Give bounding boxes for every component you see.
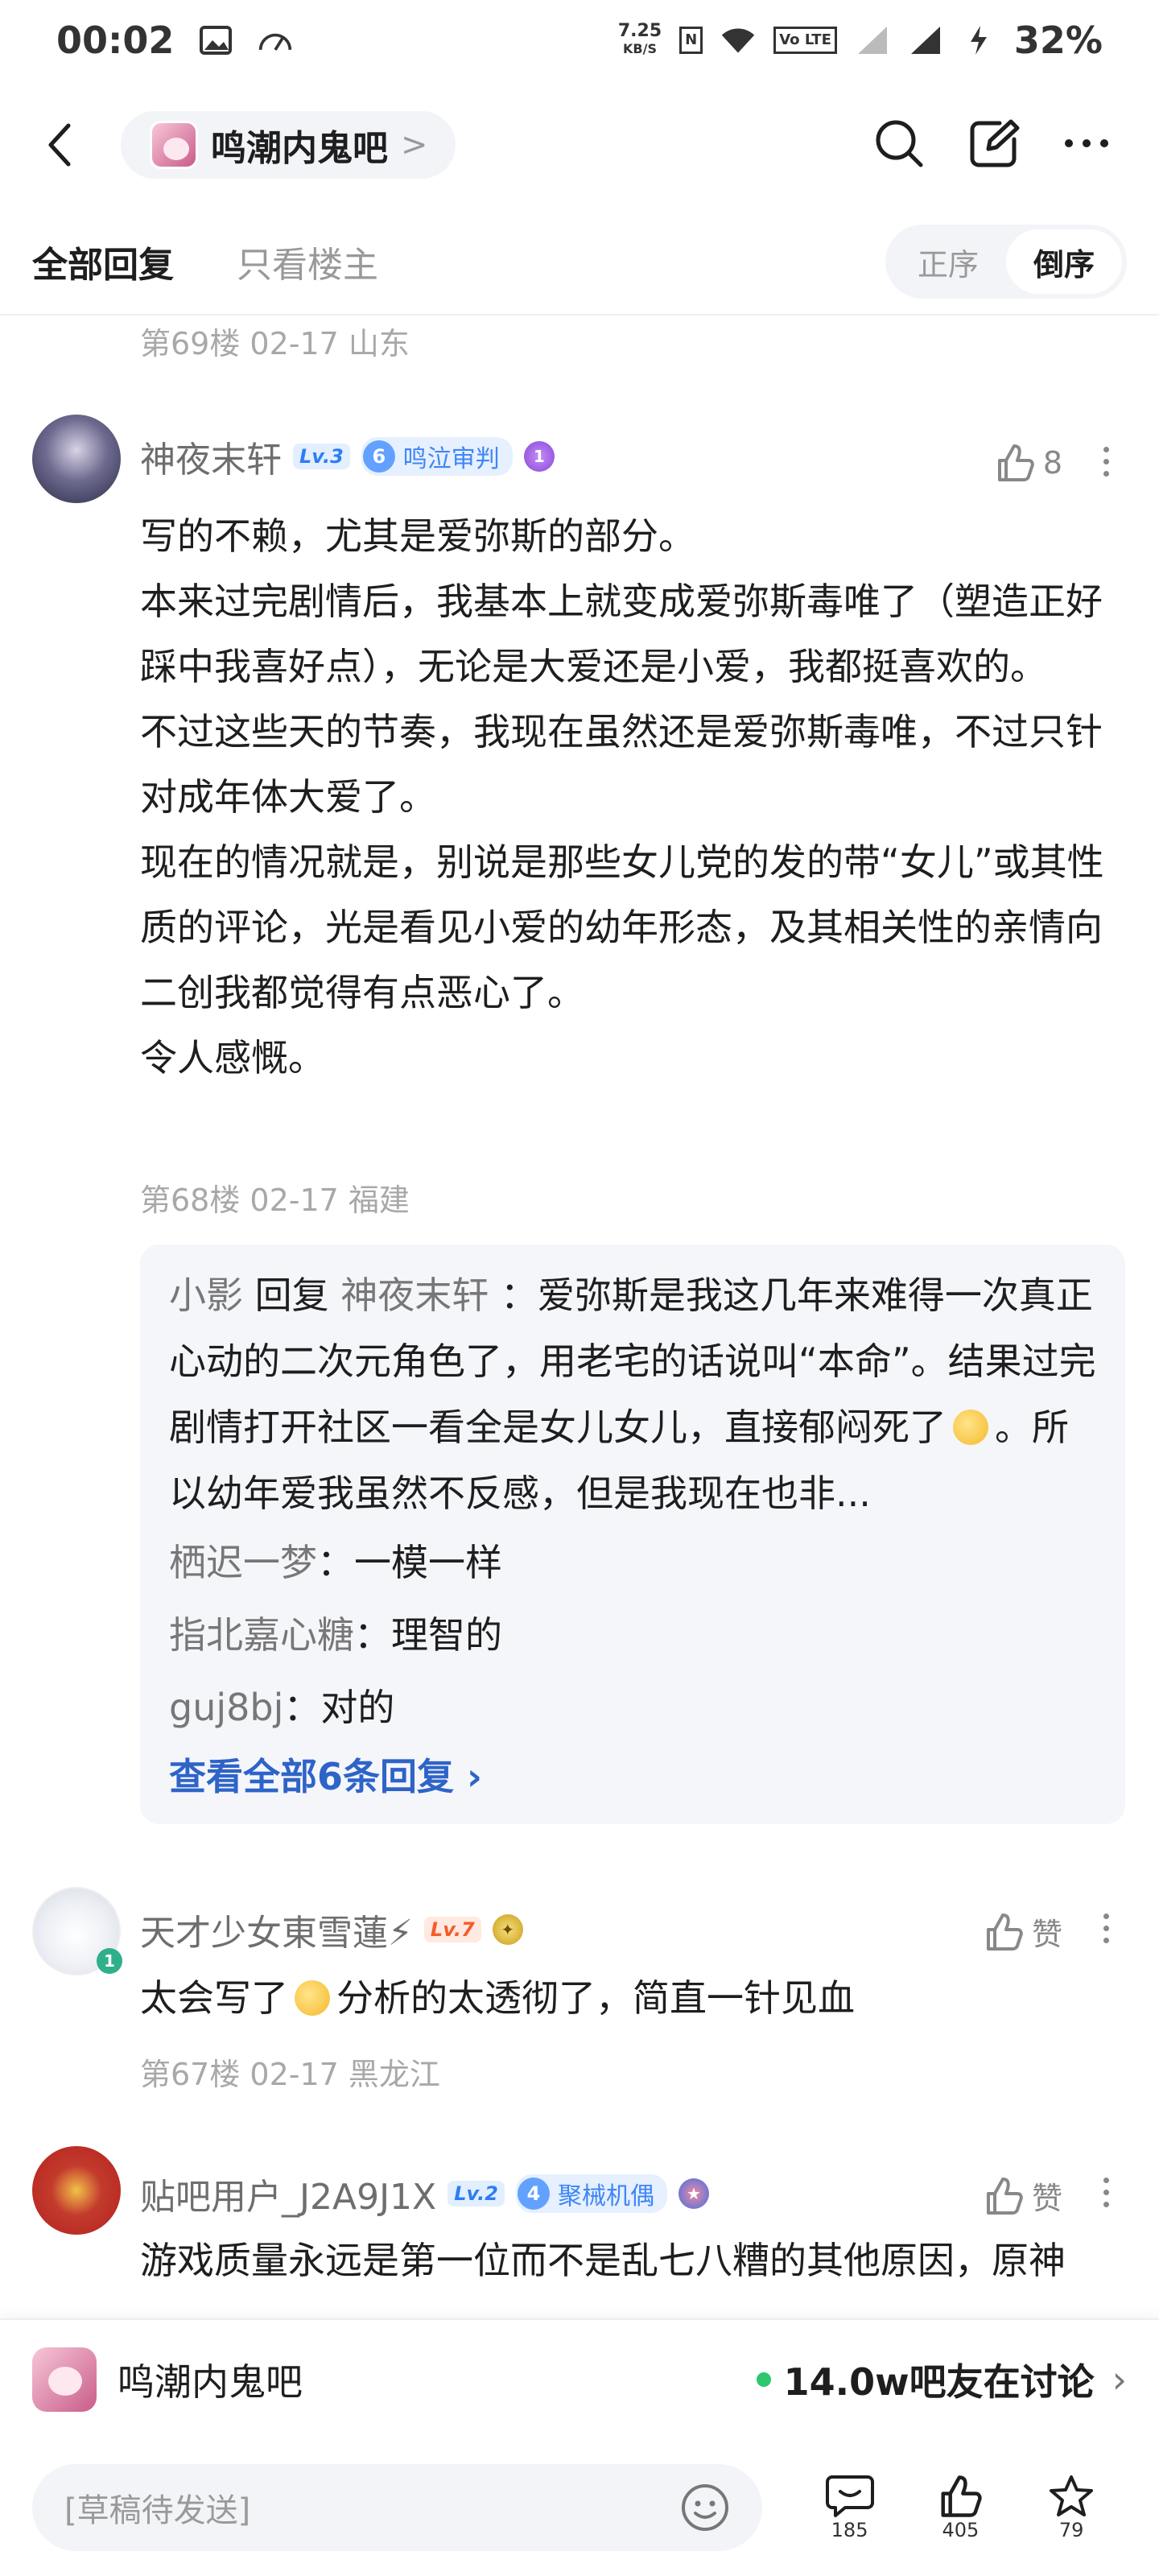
comment-button[interactable]: 185 bbox=[794, 2474, 905, 2541]
emoji-icon bbox=[295, 1980, 330, 2016]
edit-icon[interactable] bbox=[967, 117, 1021, 173]
post-body: 游戏质量永远是第一位而不是乱七八糟的其他原因，原神 bbox=[140, 2239, 1066, 2282]
battery-level: 32% bbox=[1013, 19, 1103, 62]
comment-icon bbox=[825, 2475, 874, 2517]
post-body: 太会写了 分析的太透彻了，简直一针见血 bbox=[140, 1976, 855, 2020]
avatar[interactable] bbox=[32, 415, 121, 503]
thumbs-up-icon bbox=[986, 1913, 1023, 1951]
medal-icon: 1 bbox=[523, 441, 555, 472]
back-arrow-icon[interactable] bbox=[32, 117, 89, 173]
like-button[interactable]: 赞 bbox=[984, 2174, 1062, 2218]
star-icon bbox=[1050, 2475, 1094, 2516]
net-speed: 7.25 KB/S bbox=[617, 21, 662, 57]
thumbs-up-icon bbox=[986, 2177, 1023, 2215]
post-more-icon[interactable] bbox=[1098, 447, 1114, 477]
wifi-icon bbox=[720, 24, 756, 56]
like-count: 405 bbox=[942, 2519, 980, 2541]
status-bar: 00:02 7.25 KB/S N Vo LTE 32% bbox=[0, 0, 1159, 80]
favorite-button[interactable]: 79 bbox=[1016, 2474, 1127, 2541]
order-asc-button[interactable]: 正序 bbox=[890, 229, 1006, 294]
charging-icon bbox=[961, 24, 996, 56]
level-badge: Lv.7 bbox=[423, 1917, 481, 1942]
title-badge: 4 聚械机偶 bbox=[515, 2174, 667, 2213]
emoji-icon bbox=[953, 1410, 988, 1445]
username[interactable]: 天才少女東雪蓮⚡ bbox=[140, 1904, 413, 1955]
forum-name: 鸣潮内鬼吧 bbox=[211, 128, 388, 169]
username[interactable]: 贴吧用户_J2A9J1X bbox=[140, 2168, 436, 2219]
sub-reply: guj8bj：对的 bbox=[169, 1686, 395, 1729]
discussion-count: 14.0w吧友在讨论 › bbox=[756, 2353, 1127, 2406]
reply-input[interactable]: [草稿待发送] bbox=[32, 2464, 762, 2551]
divider bbox=[0, 314, 1159, 316]
comment-count: 185 bbox=[831, 2519, 868, 2541]
favorite-count: 79 bbox=[1058, 2519, 1084, 2541]
post-header: 天才少女東雪蓮⚡ Lv.7 ✦ bbox=[140, 1901, 523, 1958]
like-label: 赞 bbox=[1031, 1917, 1062, 1952]
thumbs-up-icon bbox=[941, 2475, 982, 2517]
order-desc-button[interactable]: 倒序 bbox=[1006, 229, 1122, 294]
view-all-replies-link[interactable]: 查看全部6条回复 › bbox=[169, 1744, 1096, 1810]
more-options-icon[interactable] bbox=[1062, 135, 1111, 155]
search-icon[interactable] bbox=[872, 117, 926, 173]
order-toggle: 正序 倒序 bbox=[885, 225, 1127, 299]
post-more-icon[interactable] bbox=[1098, 1913, 1114, 1943]
post-meta: 第67楼 02-17 黑龙江 bbox=[140, 2057, 440, 2092]
post-more-icon[interactable] bbox=[1098, 2178, 1114, 2207]
sub-reply: 栖迟一梦：一模一样 bbox=[169, 1541, 502, 1584]
like-count: 8 bbox=[1042, 445, 1062, 481]
featured-reply: 小影 回复 神夜末轩 ：爱弥斯是我这几年来难得一次真正心动的二次元角色了，用老宅… bbox=[169, 1274, 1096, 1515]
level-badge: Lv.3 bbox=[293, 444, 350, 469]
title-badge: 6 鸣泣审判 bbox=[361, 437, 513, 476]
online-dot-icon bbox=[756, 2372, 771, 2387]
avatar[interactable] bbox=[32, 2146, 121, 2235]
forum-pill[interactable]: 鸣潮内鬼吧 > bbox=[121, 111, 456, 179]
medal-icon: ★ bbox=[678, 2178, 709, 2209]
tab-only-op[interactable]: 只看楼主 bbox=[237, 236, 378, 287]
level-badge: Lv.2 bbox=[448, 2181, 505, 2207]
forum-avatar bbox=[150, 121, 198, 169]
post-body: 写的不赖，尤其是爱弥斯的部分。 本来过完剧情后，我基本上就变成爱弥斯毒唯了（塑造… bbox=[140, 514, 1104, 1080]
prev-floor-meta: 第69楼 02-17 山东 bbox=[140, 326, 410, 361]
gallery-icon bbox=[198, 24, 233, 56]
forum-footer-strip[interactable]: 鸣潮内鬼吧 14.0w吧友在讨论 › bbox=[0, 2318, 1159, 2439]
forum-avatar bbox=[32, 2347, 97, 2412]
top-nav-bar: 鸣潮内鬼吧 > bbox=[0, 97, 1159, 193]
sub-reply: 指北嘉心糖：理智的 bbox=[169, 1613, 502, 1657]
medal-icon: ✦ bbox=[492, 1914, 523, 1945]
like-post-button[interactable]: 405 bbox=[905, 2474, 1016, 2541]
like-label: 赞 bbox=[1031, 2181, 1062, 2216]
signal-icon bbox=[855, 24, 890, 56]
tab-all-replies[interactable]: 全部回复 bbox=[32, 236, 174, 287]
signal-strong-icon bbox=[908, 24, 943, 56]
like-button[interactable]: 赞 bbox=[984, 1909, 1062, 1954]
like-button[interactable]: 8 bbox=[995, 443, 1062, 483]
username[interactable]: 神夜末轩 bbox=[140, 431, 282, 482]
emoji-face-icon bbox=[681, 2484, 728, 2531]
status-time: 00:02 bbox=[56, 19, 175, 62]
reply-filter-tabs: 全部回复 只看楼主 正序 倒序 bbox=[0, 217, 1159, 306]
post-meta: 第68楼 02-17 福建 bbox=[140, 1183, 410, 1218]
chevron-right-icon: › bbox=[1112, 2358, 1127, 2401]
thumbs-up-icon bbox=[997, 444, 1034, 481]
avatar-badge: 1 bbox=[97, 1948, 122, 1974]
nfc-icon: N bbox=[679, 27, 703, 54]
reply-box[interactable]: 小影 回复 神夜末轩 ：爱弥斯是我这几年来难得一次真正心动的二次元角色了，用老宅… bbox=[140, 1245, 1125, 1824]
volte-icon: Vo LTE bbox=[773, 27, 837, 54]
post-header: 贴吧用户_J2A9J1X Lv.2 4 聚械机偶 ★ bbox=[140, 2165, 709, 2222]
bottom-action-bar: [草稿待发送] 185 405 79 bbox=[0, 2439, 1159, 2576]
chevron-right-icon: > bbox=[401, 126, 428, 163]
speedometer-icon bbox=[258, 24, 293, 56]
forum-name: 鸣潮内鬼吧 bbox=[118, 2360, 303, 2404]
post-header: 神夜末轩 Lv.3 6 鸣泣审判 1 bbox=[140, 428, 555, 485]
